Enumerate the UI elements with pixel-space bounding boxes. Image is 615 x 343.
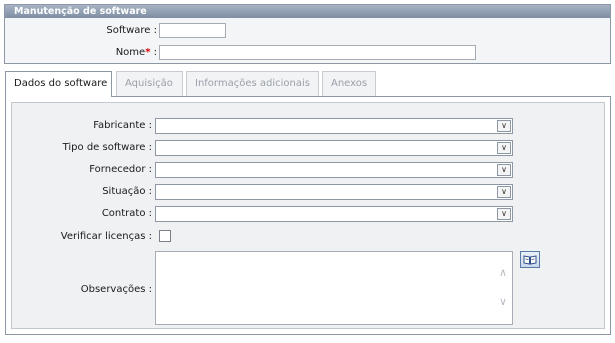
nome-label-text: Nome	[115, 47, 146, 58]
software-input[interactable]	[159, 23, 226, 38]
nome-input[interactable]	[159, 45, 476, 60]
fornecedor-select[interactable]: ∨	[155, 162, 513, 178]
tab-aquisicao[interactable]: Aquisição	[116, 71, 183, 96]
chevron-down-icon[interactable]: ∨	[497, 208, 511, 220]
nome-label-colon: :	[150, 47, 157, 58]
scroll-down-icon[interactable]: ∨	[499, 296, 507, 307]
form-area: Fabricante : ∨ Tipo de software : ∨ Forn…	[11, 102, 605, 329]
situacao-label: Situação :	[102, 186, 152, 197]
contrato-select[interactable]: ∨	[155, 206, 513, 222]
tab-anexos[interactable]: Anexos	[322, 71, 376, 96]
observacoes-textarea[interactable]: ∧ ∨	[155, 251, 513, 325]
software-maintenance-panel: Manutenção de software Software : Nome* …	[4, 4, 611, 64]
nome-label: Nome* :	[85, 47, 157, 58]
tab-informacoes-adicionais[interactable]: Informações adicionais	[186, 71, 319, 96]
book-icon[interactable]	[520, 251, 540, 268]
fornecedor-label: Fornecedor :	[89, 164, 152, 175]
situacao-select[interactable]: ∨	[155, 184, 513, 200]
chevron-down-icon[interactable]: ∨	[497, 142, 511, 154]
tipo-select[interactable]: ∨	[155, 140, 513, 156]
software-label: Software :	[106, 25, 157, 36]
chevron-down-icon[interactable]: ∨	[497, 120, 511, 132]
fabricante-select[interactable]: ∨	[155, 118, 513, 134]
observacoes-label: Observações :	[80, 284, 152, 295]
scroll-up-icon[interactable]: ∧	[499, 267, 507, 278]
tipo-label: Tipo de software :	[62, 142, 152, 153]
chevron-down-icon[interactable]: ∨	[497, 164, 511, 176]
tab-content: Fabricante : ∨ Tipo de software : ∨ Forn…	[5, 96, 611, 335]
fabricante-label: Fabricante :	[93, 120, 152, 131]
contrato-label: Contrato :	[101, 208, 152, 219]
verificar-licencas-checkbox[interactable]	[159, 230, 171, 242]
chevron-down-icon[interactable]: ∨	[497, 186, 511, 198]
panel-title: Manutenção de software	[5, 5, 610, 18]
verificar-licencas-label: Verificar licenças :	[60, 231, 152, 242]
tab-dados-do-software[interactable]: Dados do software	[5, 71, 112, 97]
book-glyph-icon	[523, 254, 537, 265]
